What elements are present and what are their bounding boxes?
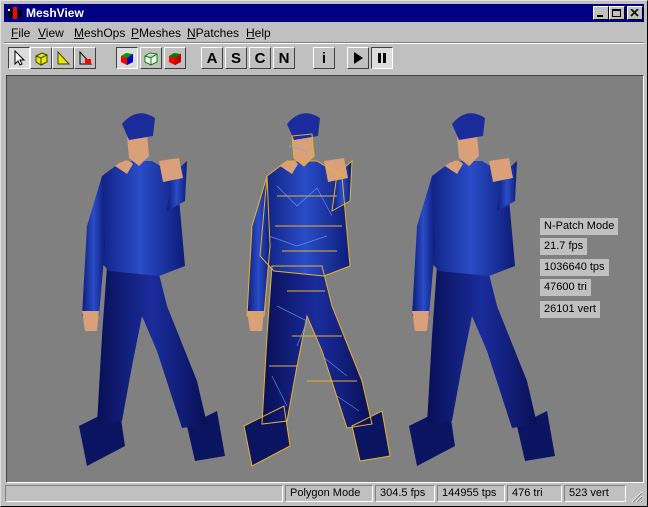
status-mode: Polygon Mode (285, 485, 373, 502)
solid-cube-icon (121, 53, 133, 65)
solid-render-button[interactable] (116, 47, 138, 69)
window-title: MeshView (26, 6, 84, 20)
npatch-mode-label: N-Patch Mode (540, 218, 619, 235)
n-button-label: N (278, 49, 290, 67)
menu-meshops[interactable]: MeshOps (74, 26, 125, 40)
red-triangle-icon (79, 50, 93, 65)
yellow-cube-icon (35, 52, 48, 66)
meshview-app-icon[interactable] (7, 6, 23, 20)
pause-button[interactable] (371, 47, 393, 69)
menu-help-label: elp (254, 26, 271, 40)
face-tool-button[interactable] (74, 47, 96, 69)
menu-npatches-label: Patches (195, 26, 240, 40)
edge-tool-button[interactable] (52, 47, 74, 69)
menu-view[interactable]: View (38, 26, 64, 40)
menu-pmeshes-label: Meshes (139, 26, 182, 40)
wireframe-render-button[interactable] (140, 47, 162, 69)
npatch-tri-label: 47600 tri (540, 279, 591, 296)
status-bar: Polygon Mode 304.5 fps 144955 tps 476 tr… (4, 485, 644, 504)
s-button-label: S (230, 49, 241, 67)
select-tool-button[interactable] (8, 47, 30, 69)
status-tps: 144955 tps (437, 485, 505, 502)
a-button-label: A (206, 49, 218, 67)
s-button[interactable]: S (225, 47, 247, 69)
maximize-icon (612, 9, 621, 17)
npatch-fps-label: 21.7 fps (540, 238, 588, 255)
yellow-triangle-icon (57, 50, 71, 65)
play-button[interactable] (347, 47, 369, 69)
menu-meshops-label: eshOps (84, 26, 126, 40)
a-button[interactable]: A (201, 47, 223, 69)
npatch-tps-label: 1036640 tps (540, 259, 609, 276)
character-center-wireframe (243, 113, 391, 467)
meshview-window: MeshView File View MeshOps PMeshes NPatc… (0, 0, 648, 507)
render-viewport[interactable]: N-Patch Mode 21.7 fps 1036640 tps 47600 … (6, 75, 644, 483)
red-cube-icon (169, 53, 181, 65)
menu-npatches[interactable]: NPatches (187, 26, 239, 40)
menu-bar: File View MeshOps PMeshes NPatches Help (4, 24, 644, 42)
character-left-flat (79, 113, 225, 466)
pause-icon (378, 53, 386, 63)
status-fps: 304.5 fps (375, 485, 435, 502)
menu-view-label: iew (45, 26, 64, 40)
vertex-tool-button[interactable] (30, 47, 52, 69)
minimize-button[interactable] (593, 6, 609, 20)
toolbar-divider (4, 42, 644, 44)
menu-meshops-mnemonic: M (74, 26, 84, 40)
title-bar[interactable]: MeshView (4, 4, 644, 22)
resize-grip-icon[interactable] (631, 491, 643, 503)
menu-pmeshes[interactable]: PMeshes (131, 26, 181, 40)
shaded-render-button[interactable] (164, 47, 186, 69)
minimize-icon (597, 15, 603, 17)
info-icon: i (321, 49, 327, 67)
menu-view-mnemonic: V (38, 26, 46, 40)
menu-file[interactable]: File (11, 26, 30, 40)
status-vert: 523 vert (564, 485, 626, 502)
info-button[interactable]: i (313, 47, 335, 69)
c-button[interactable]: C (249, 47, 271, 69)
menu-npatches-mnemonic: N (187, 26, 196, 40)
wireframe-cube-icon (144, 52, 158, 66)
menu-pmeshes-mnemonic: P (131, 26, 140, 40)
status-message (5, 485, 283, 502)
toolbar: A S C N i (4, 45, 644, 73)
close-icon (630, 9, 639, 17)
c-button-label: C (254, 49, 266, 67)
close-button[interactable] (627, 6, 643, 20)
play-icon (354, 52, 363, 64)
n-button[interactable]: N (273, 47, 295, 69)
menu-file-label: ile (18, 26, 31, 40)
arrow-select-icon (14, 50, 26, 66)
character-right-npatch (409, 113, 555, 466)
npatch-vert-label: 26101 vert (540, 301, 600, 318)
status-tri: 476 tri (507, 485, 562, 502)
menu-help[interactable]: Help (246, 26, 271, 40)
maximize-button[interactable] (609, 6, 625, 20)
menu-help-mnemonic: H (246, 26, 255, 40)
